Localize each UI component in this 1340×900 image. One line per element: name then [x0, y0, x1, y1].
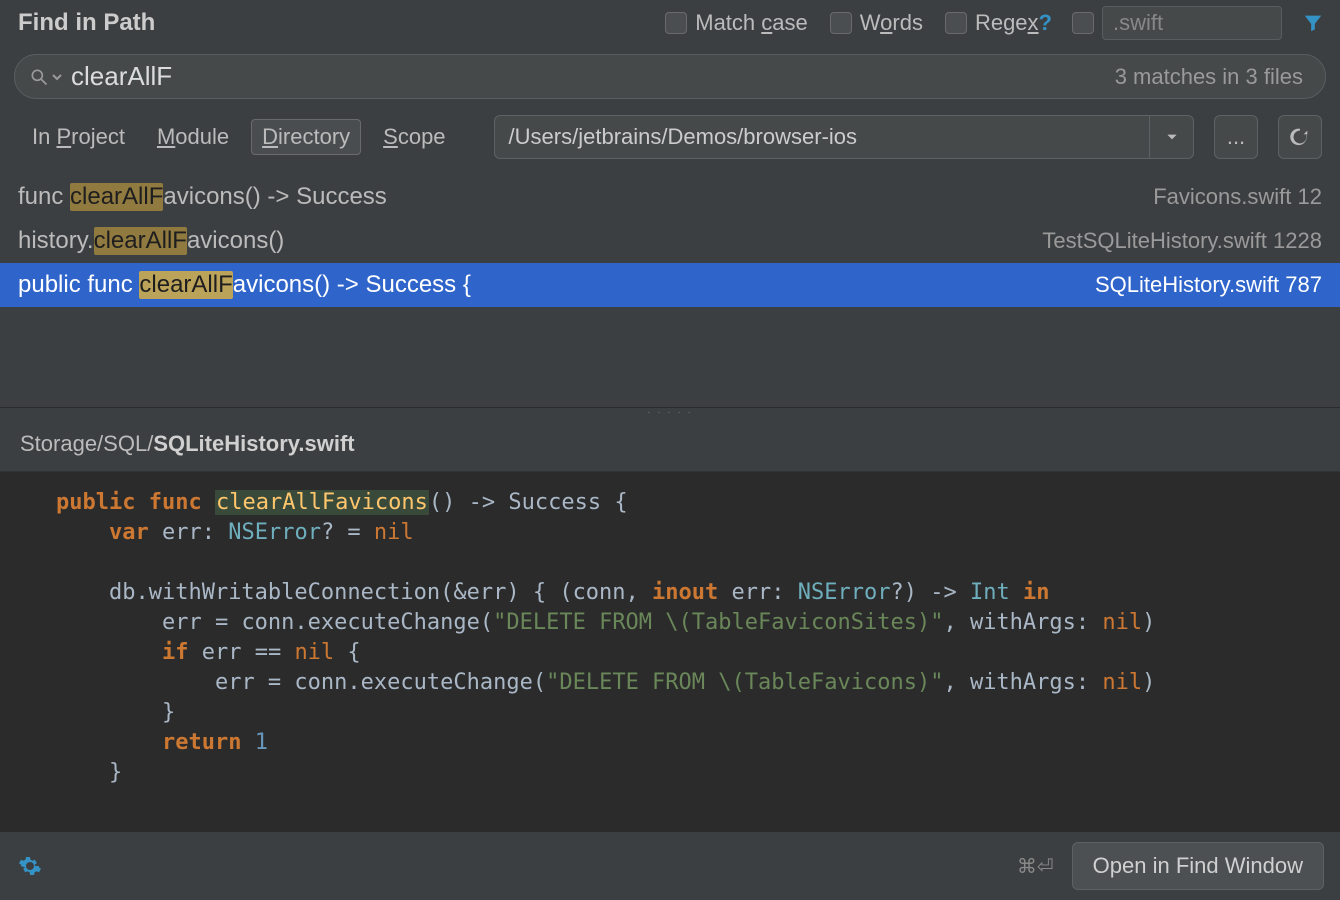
result-location: Favicons.swift 12	[1153, 184, 1322, 210]
search-icon	[29, 67, 63, 87]
ellipsis-icon: ...	[1227, 124, 1245, 150]
search-field-container: 3 matches in 3 files	[14, 54, 1326, 99]
result-row[interactable]: func clearAllFavicons() -> Success Favic…	[0, 175, 1340, 219]
match-count-label: 3 matches in 3 files	[1115, 64, 1303, 90]
result-snippet: history.clearAllFavicons()	[18, 227, 284, 255]
browse-directory-button[interactable]: ...	[1214, 115, 1258, 159]
dialog-footer: ⌘⏎ Open in Find Window	[0, 831, 1340, 900]
words-label: Words	[860, 10, 923, 36]
refresh-icon	[1289, 126, 1311, 148]
scope-tab-module[interactable]: Module	[147, 120, 239, 154]
result-snippet: public func clearAllFavicons() -> Succes…	[18, 271, 471, 299]
match-case-checkbox[interactable]	[665, 12, 687, 34]
results-empty-space	[0, 307, 1340, 407]
directory-path: /Users/jetbrains/Demos/browser-ios	[495, 124, 1149, 150]
dialog-header: Find in Path Match case Words Regex ? .s…	[0, 0, 1340, 44]
shortcut-hint: ⌘⏎	[1017, 854, 1054, 879]
result-row-selected[interactable]: public func clearAllFavicons() -> Succes…	[0, 263, 1340, 307]
open-in-find-window-button[interactable]: Open in Find Window	[1072, 842, 1324, 890]
filter-icon[interactable]	[1300, 10, 1326, 36]
result-location: TestSQLiteHistory.swift 1228	[1042, 228, 1322, 254]
directory-path-box: /Users/jetbrains/Demos/browser-ios	[494, 115, 1194, 159]
file-mask-input[interactable]: .swift	[1102, 6, 1282, 40]
code-preview[interactable]: public func clearAllFavicons() -> Succes…	[0, 472, 1340, 831]
file-mask-checkbox[interactable]	[1072, 12, 1094, 34]
recursive-toggle-button[interactable]	[1278, 115, 1322, 159]
match-highlight: clearAllF	[139, 271, 232, 299]
match-highlight: clearAllF	[94, 227, 187, 255]
directory-dropdown-button[interactable]	[1149, 116, 1193, 158]
result-row[interactable]: history.clearAllFavicons() TestSQLiteHis…	[0, 219, 1340, 263]
file-mask-placeholder: .swift	[1113, 10, 1163, 36]
words-checkbox[interactable]	[830, 12, 852, 34]
scope-tab-project[interactable]: In Project	[22, 120, 135, 154]
regex-label: Regex	[975, 10, 1039, 36]
result-location: SQLiteHistory.swift 787	[1095, 272, 1322, 298]
splitter[interactable]: · · · · ·	[0, 407, 1340, 417]
preview-path: Storage/SQL/SQLiteHistory.swift	[0, 417, 1340, 472]
match-highlight: clearAllF	[70, 183, 163, 211]
gear-icon	[18, 854, 42, 878]
result-snippet: func clearAllFavicons() -> Success	[18, 183, 387, 211]
dialog-title: Find in Path	[18, 9, 155, 37]
regex-help-icon[interactable]: ?	[1039, 10, 1052, 36]
scope-tab-directory[interactable]: Directory	[251, 119, 361, 155]
scope-tab-scope[interactable]: Scope	[373, 120, 455, 154]
header-options: Match case Words Regex ? .swift	[665, 6, 1326, 40]
settings-button[interactable]	[16, 852, 44, 880]
search-input[interactable]	[71, 61, 1115, 92]
regex-checkbox[interactable]	[945, 12, 967, 34]
results-list: func clearAllFavicons() -> Success Favic…	[0, 175, 1340, 307]
scope-row: In Project Module Directory Scope /Users…	[0, 107, 1340, 175]
match-case-label: Match case	[695, 10, 808, 36]
